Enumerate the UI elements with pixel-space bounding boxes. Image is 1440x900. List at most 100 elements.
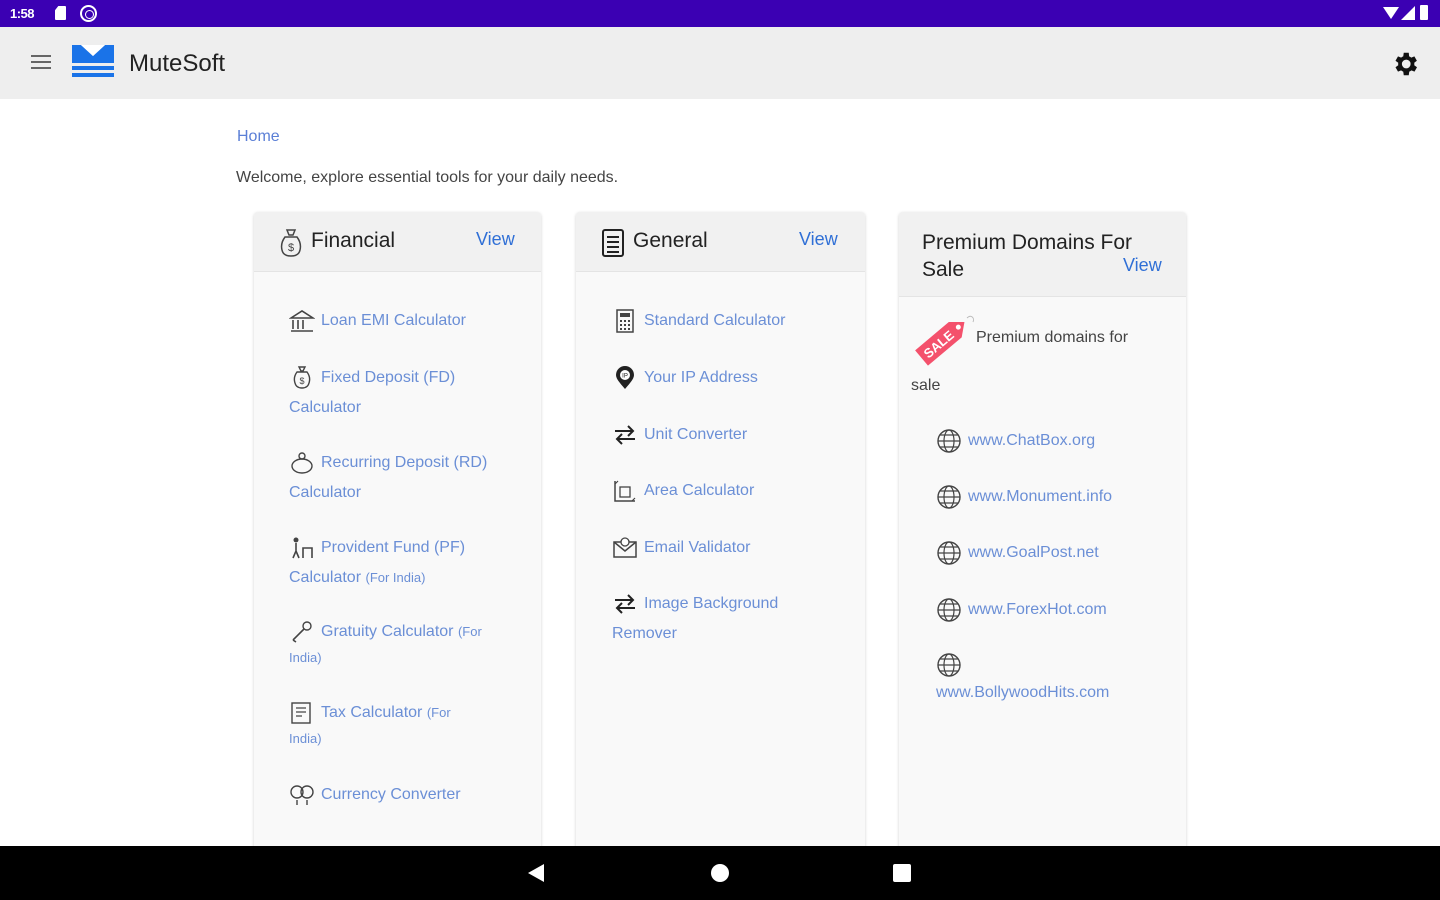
globe-icon <box>937 653 961 677</box>
domain-label: www.ForexHot.com <box>968 601 1107 618</box>
currency-converter-link[interactable]: Currency Converter <box>289 780 529 810</box>
back-icon[interactable] <box>528 864 544 882</box>
item-label: Your IP Address <box>644 369 758 386</box>
domain-label: www.ChatBox.org <box>968 432 1096 449</box>
list-document-icon <box>602 229 624 257</box>
item-label-note-line2: India) <box>289 731 322 746</box>
breadcrumb-home[interactable]: Home <box>237 128 280 146</box>
svg-text:$: $ <box>288 242 294 254</box>
menu-icon[interactable] <box>31 55 51 71</box>
system-nav-bar <box>0 846 1440 900</box>
domain-label: www.BollywoodHits.com <box>936 684 1110 701</box>
item-label: Unit Converter <box>644 426 748 443</box>
fixed-deposit-calculator-link[interactable]: $ Fixed Deposit (FD) Calculator <box>289 363 529 423</box>
unit-converter-link[interactable]: Unit Converter <box>612 420 852 450</box>
battery-icon <box>1420 5 1428 20</box>
item-label-note: (For <box>457 624 482 639</box>
item-label-note-line2: India) <box>289 650 322 665</box>
area-icon <box>614 480 636 502</box>
welcome-text: Welcome, explore essential tools for you… <box>236 169 619 186</box>
tax-icon <box>291 702 311 724</box>
svg-text:$: $ <box>299 376 304 386</box>
swap-icon <box>615 425 635 445</box>
item-label: Loan EMI Calculator <box>321 312 466 329</box>
piggy-bank-icon <box>291 452 313 474</box>
image-background-remover-link[interactable]: Image Background Remover <box>612 589 852 649</box>
loan-emi-calculator-link[interactable]: Loan EMI Calculator <box>289 306 529 336</box>
globe-icon <box>937 429 961 453</box>
vpn-globe-icon <box>80 5 97 22</box>
recurring-deposit-calculator-link[interactable]: Recurring Deposit (RD) Calculator <box>289 448 529 508</box>
bank-icon <box>289 309 315 332</box>
item-label-note: (For India) <box>365 570 426 585</box>
globe-icon <box>937 485 961 509</box>
item-label-line2: Calculator <box>289 569 362 586</box>
gratuity-calculator-link[interactable]: Gratuity Calculator (For India) <box>289 619 529 671</box>
money-bag-icon: $ <box>293 366 311 389</box>
app-bar: MuteSoft <box>0 27 1440 99</box>
item-label: Currency Converter <box>321 786 461 803</box>
provident-fund-calculator-link[interactable]: Provident Fund (PF) Calculator (For India… <box>289 533 529 593</box>
item-label-line2: Calculator <box>289 484 362 501</box>
sd-card-icon <box>55 6 66 20</box>
currency-icon <box>290 785 314 805</box>
calculator-icon <box>616 309 634 333</box>
settings-gear-icon[interactable] <box>1390 49 1420 79</box>
item-label: Tax Calculator <box>321 704 423 721</box>
item-label: Fixed Deposit (FD) <box>321 369 456 386</box>
email-validator-link[interactable]: Email Validator <box>612 533 852 563</box>
your-ip-address-link[interactable]: IP Your IP Address <box>612 363 852 393</box>
domain-link-monument[interactable]: www.Monument.info <box>936 482 1112 512</box>
tax-calculator-link[interactable]: Tax Calculator (For India) <box>289 700 529 752</box>
sale-tag-icon: SALE <box>915 315 974 366</box>
email-icon <box>613 537 637 558</box>
financial-card: $ Financial View Loan EMI Calculator $ Fi… <box>254 212 541 872</box>
item-label-note: (For <box>426 705 451 720</box>
item-label: Provident Fund (PF) <box>321 539 466 556</box>
money-bag-icon: $ <box>280 229 302 257</box>
globe-icon <box>937 598 961 622</box>
premium-domains-intro: Premium domains for <box>976 329 1129 346</box>
premium-domains-card-header: Premium Domains For Sale View <box>899 212 1186 297</box>
recent-apps-icon[interactable] <box>893 864 911 882</box>
general-card: General View Standard Calculator IP Your … <box>576 212 865 872</box>
premium-domains-view-link[interactable]: View <box>1123 255 1162 276</box>
swap-icon <box>615 594 635 614</box>
financial-title: Financial <box>311 229 396 252</box>
premium-domains-card: Premium Domains For Sale View SALE Premiu… <box>899 212 1186 872</box>
mutesoft-logo-icon <box>72 45 114 77</box>
gratuity-icon <box>292 621 312 643</box>
ip-location-icon: IP <box>616 365 634 389</box>
domain-link-goalpost[interactable]: www.GoalPost.net <box>936 538 1099 568</box>
globe-icon <box>937 541 961 565</box>
standard-calculator-link[interactable]: Standard Calculator <box>612 306 852 336</box>
premium-domains-intro-line2: sale <box>911 377 941 394</box>
domain-label: www.Monument.info <box>968 488 1113 505</box>
signal-icon <box>1401 6 1415 20</box>
wifi-icon <box>1383 7 1399 19</box>
premium-domains-title: Premium Domains For Sale <box>922 231 1133 281</box>
status-time: 1:58 <box>10 6 35 21</box>
financial-view-link[interactable]: View <box>476 229 515 250</box>
item-label-line2: Calculator <box>289 399 362 416</box>
pension-icon <box>292 537 313 559</box>
item-label: Email Validator <box>644 539 751 556</box>
domain-link-bollywoodhits[interactable]: www.BollywoodHits.com <box>936 651 1109 707</box>
item-label: Image Background <box>644 595 779 612</box>
domain-link-chatbox[interactable]: www.ChatBox.org <box>936 426 1095 456</box>
area-calculator-link[interactable]: Area Calculator <box>612 476 852 506</box>
home-icon[interactable] <box>711 864 729 882</box>
status-bar: 1:58 <box>0 0 1440 27</box>
item-label: Standard Calculator <box>644 312 786 329</box>
item-label: Area Calculator <box>644 482 755 499</box>
item-label: Gratuity Calculator <box>321 623 454 640</box>
app-title: MuteSoft <box>129 50 226 77</box>
financial-card-header: $ Financial View <box>254 212 541 272</box>
svg-text:IP: IP <box>622 373 628 379</box>
item-label: Recurring Deposit (RD) <box>321 454 488 471</box>
general-title: General <box>633 229 708 252</box>
item-label-line2: Remover <box>612 625 677 642</box>
domain-label: www.GoalPost.net <box>968 544 1099 561</box>
domain-link-forexhot[interactable]: www.ForexHot.com <box>936 595 1107 625</box>
general-view-link[interactable]: View <box>799 229 838 250</box>
